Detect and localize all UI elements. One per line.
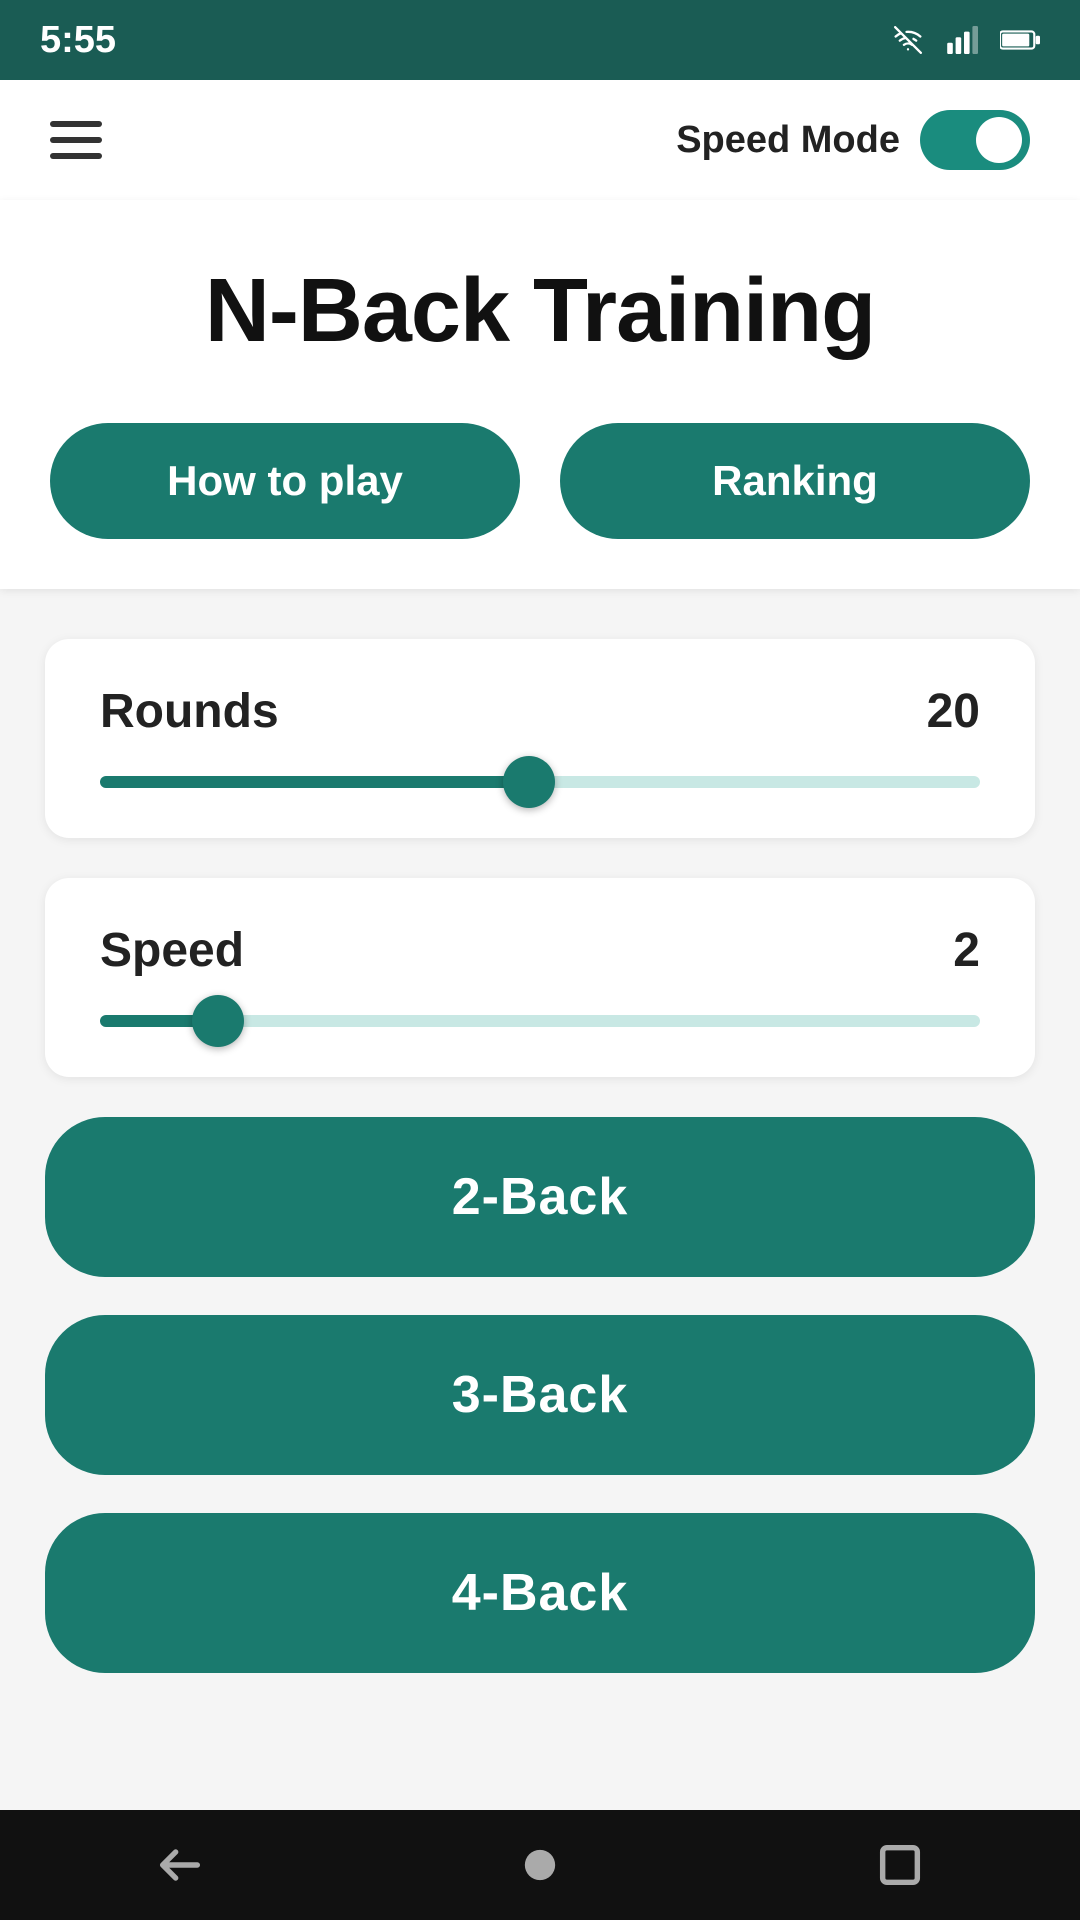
- speed-mode-label: Speed Mode: [676, 119, 900, 162]
- back-nav-button[interactable]: [154, 1839, 206, 1891]
- back-icon: [154, 1839, 206, 1891]
- app-title: N-Back Training: [50, 260, 1030, 363]
- speed-mode-toggle[interactable]: [920, 110, 1030, 170]
- speed-label: Speed: [100, 923, 244, 978]
- battery-icon: [1000, 26, 1040, 54]
- bottom-nav: [0, 1810, 1080, 1920]
- two-back-button[interactable]: 2-Back: [45, 1117, 1035, 1277]
- menu-button[interactable]: [50, 121, 102, 159]
- how-to-play-button[interactable]: How to play: [50, 423, 520, 539]
- hamburger-line-3: [50, 153, 102, 159]
- rounds-slider-card: Rounds 20: [45, 639, 1035, 838]
- hamburger-line-1: [50, 121, 102, 127]
- main-content: Rounds 20 Speed 2 2-Back 3-Back 4-Back: [0, 589, 1080, 1810]
- recent-nav-button[interactable]: [874, 1839, 926, 1891]
- four-back-button[interactable]: 4-Back: [45, 1513, 1035, 1673]
- hero-buttons: How to play Ranking: [50, 423, 1030, 539]
- speed-slider-card: Speed 2: [45, 878, 1035, 1077]
- game-buttons-container: 2-Back 3-Back 4-Back: [45, 1117, 1035, 1673]
- speed-mode-container: Speed Mode: [676, 110, 1030, 170]
- toggle-slider: [920, 110, 1030, 170]
- wifi-icon: [888, 26, 928, 54]
- hamburger-line-2: [50, 137, 102, 143]
- speed-slider[interactable]: [100, 1015, 980, 1027]
- rounds-slider-header: Rounds 20: [100, 684, 980, 739]
- app-bar: Speed Mode: [0, 80, 1080, 200]
- speed-slider-header: Speed 2: [100, 923, 980, 978]
- three-back-button[interactable]: 3-Back: [45, 1315, 1035, 1475]
- hero-section: N-Back Training How to play Ranking: [0, 200, 1080, 589]
- rounds-value: 20: [927, 684, 980, 739]
- speed-value: 2: [953, 923, 980, 978]
- recent-icon: [874, 1839, 926, 1891]
- status-bar: 5:55: [0, 0, 1080, 80]
- home-icon: [514, 1839, 566, 1891]
- status-time: 5:55: [40, 19, 116, 62]
- signal-icon: [944, 26, 984, 54]
- home-nav-button[interactable]: [514, 1839, 566, 1891]
- rounds-slider[interactable]: [100, 776, 980, 788]
- status-icons: [888, 26, 1040, 54]
- rounds-label: Rounds: [100, 684, 279, 739]
- ranking-button[interactable]: Ranking: [560, 423, 1030, 539]
